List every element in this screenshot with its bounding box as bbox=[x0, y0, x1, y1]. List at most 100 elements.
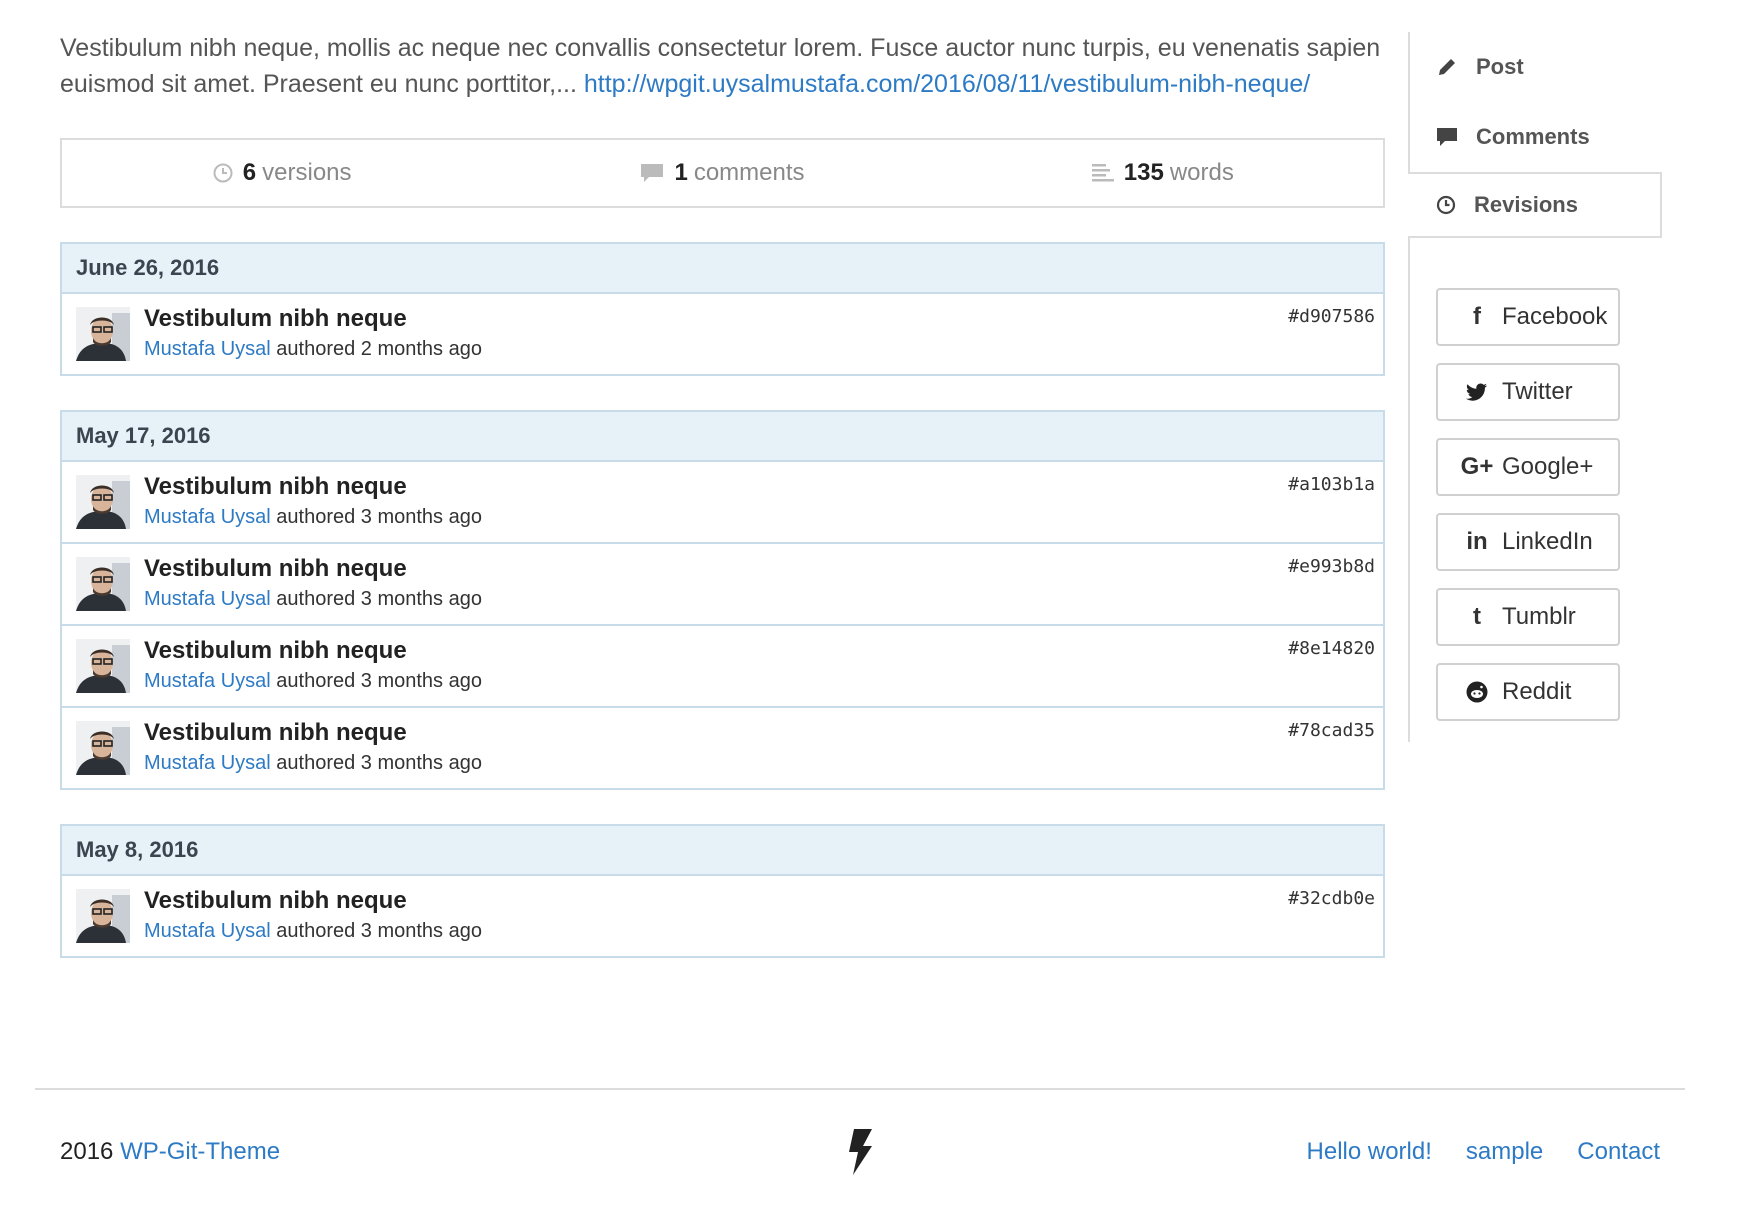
tumblr-icon: t bbox=[1473, 603, 1481, 630]
share-linkedin-button[interactable]: in LinkedIn bbox=[1436, 513, 1620, 571]
commit-author-link[interactable]: Mustafa Uysal bbox=[144, 588, 271, 610]
commit-action: authored 3 months ago bbox=[276, 752, 482, 774]
commit-author-link[interactable]: Mustafa Uysal bbox=[144, 920, 271, 942]
share-twitter-button[interactable]: Twitter bbox=[1436, 363, 1620, 421]
share-reddit-button[interactable]: Reddit bbox=[1436, 663, 1620, 721]
footer-links: Hello world! sample Contact bbox=[1307, 1138, 1660, 1166]
avatar bbox=[76, 557, 130, 611]
commit-action: authored 2 months ago bbox=[276, 338, 482, 360]
commit-row[interactable]: Vestibulum nibh neque Mustafa Uysal autho… bbox=[62, 294, 1383, 374]
nav-label: Comments bbox=[1476, 124, 1590, 149]
commit-info: Vestibulum nibh neque Mustafa Uysal autho… bbox=[144, 554, 482, 614]
stat-versions: 6 versions bbox=[62, 159, 502, 187]
commit-hash[interactable]: #8e14820 bbox=[1288, 638, 1375, 659]
commit-action: authored 3 months ago bbox=[276, 920, 482, 942]
commit-hash[interactable]: #e993b8d bbox=[1288, 556, 1375, 577]
share-facebook-button[interactable]: f Facebook bbox=[1436, 288, 1620, 346]
commit-meta: Mustafa Uysal authored 3 months ago bbox=[144, 748, 482, 778]
group-date: May 8, 2016 bbox=[62, 826, 1383, 876]
commit-title[interactable]: Vestibulum nibh neque bbox=[144, 636, 482, 666]
share-buttons: f Facebook Twitter G+ Google+ in LinkedI… bbox=[1410, 288, 1662, 721]
comment-icon bbox=[641, 164, 664, 182]
commit-row[interactable]: Vestibulum nibh neque Mustafa Uysal autho… bbox=[62, 876, 1383, 956]
revision-group: May 17, 2016 Vestibulum nibh neque Mustaf… bbox=[60, 410, 1385, 790]
nav-label: Revisions bbox=[1474, 192, 1578, 217]
text-lines-icon bbox=[1091, 164, 1114, 182]
stat-comments: 1 comments bbox=[502, 159, 942, 187]
commit-hash[interactable]: #32cdb0e bbox=[1288, 888, 1375, 909]
excerpt-link[interactable]: http://wpgit.uysalmustafa.com/2016/08/11… bbox=[584, 70, 1310, 98]
avatar bbox=[76, 889, 130, 943]
stat-words: 135 words bbox=[943, 159, 1383, 187]
pencil-icon bbox=[1439, 59, 1455, 75]
avatar bbox=[76, 639, 130, 693]
commit-meta: Mustafa Uysal authored 3 months ago bbox=[144, 502, 482, 532]
commit-author-link[interactable]: Mustafa Uysal bbox=[144, 338, 271, 360]
commit-info: Vestibulum nibh neque Mustafa Uysal autho… bbox=[144, 636, 482, 696]
comment-icon bbox=[1437, 128, 1457, 146]
share-tumblr-button[interactable]: t Tumblr bbox=[1436, 588, 1620, 646]
footer-year: 2016 bbox=[60, 1138, 114, 1165]
words-count: 135 bbox=[1123, 159, 1164, 186]
commit-author-link[interactable]: Mustafa Uysal bbox=[144, 506, 271, 528]
share-label: Reddit bbox=[1502, 678, 1572, 705]
sidebar: Post Comments Revisions f Facebook Twitt… bbox=[1408, 32, 1662, 742]
share-label: LinkedIn bbox=[1502, 528, 1593, 555]
nav-revisions[interactable]: Revisions bbox=[1408, 172, 1662, 238]
commit-title[interactable]: Vestibulum nibh neque bbox=[144, 472, 482, 502]
nav-comments[interactable]: Comments bbox=[1410, 102, 1662, 172]
avatar bbox=[76, 721, 130, 775]
commit-info: Vestibulum nibh neque Mustafa Uysal autho… bbox=[144, 472, 482, 532]
commit-info: Vestibulum nibh neque Mustafa Uysal autho… bbox=[144, 304, 482, 364]
commit-action: authored 3 months ago bbox=[276, 588, 482, 610]
commit-row[interactable]: Vestibulum nibh neque Mustafa Uysal autho… bbox=[62, 544, 1383, 626]
google-plus-icon: G+ bbox=[1460, 453, 1494, 480]
post-excerpt: Vestibulum nibh neque, mollis ac neque n… bbox=[60, 30, 1385, 102]
twitter-icon bbox=[1464, 383, 1490, 401]
versions-count: 6 bbox=[242, 159, 257, 186]
group-date: May 17, 2016 bbox=[62, 412, 1383, 462]
footer-site-link[interactable]: WP-Git-Theme bbox=[120, 1138, 280, 1165]
clock-icon bbox=[213, 163, 233, 183]
share-label: Google+ bbox=[1502, 453, 1594, 480]
commit-meta: Mustafa Uysal authored 3 months ago bbox=[144, 584, 482, 614]
revision-group: May 8, 2016 Vestibulum nibh neque Mustafa… bbox=[60, 824, 1385, 958]
commit-hash[interactable]: #d907586 bbox=[1288, 306, 1375, 327]
main-content: Vestibulum nibh neque, mollis ac neque n… bbox=[60, 30, 1385, 958]
nav-label: Post bbox=[1476, 54, 1524, 79]
versions-label: versions bbox=[262, 159, 352, 186]
bolt-icon bbox=[846, 1128, 874, 1183]
commit-info: Vestibulum nibh neque Mustafa Uysal autho… bbox=[144, 718, 482, 778]
avatar bbox=[76, 307, 130, 361]
commit-title[interactable]: Vestibulum nibh neque bbox=[144, 718, 482, 748]
commit-action: authored 3 months ago bbox=[276, 670, 482, 692]
nav-post[interactable]: Post bbox=[1410, 32, 1662, 102]
comments-count: 1 bbox=[674, 159, 688, 186]
commit-author-link[interactable]: Mustafa Uysal bbox=[144, 752, 271, 774]
share-google-plus-button[interactable]: G+ Google+ bbox=[1436, 438, 1620, 496]
commit-row[interactable]: Vestibulum nibh neque Mustafa Uysal autho… bbox=[62, 708, 1383, 788]
facebook-icon: f bbox=[1473, 303, 1481, 330]
revision-groups: June 26, 2016 Vestibulum nibh neque Musta… bbox=[60, 242, 1385, 958]
footer-divider bbox=[35, 1088, 1685, 1090]
commit-title[interactable]: Vestibulum nibh neque bbox=[144, 886, 482, 916]
commit-hash[interactable]: #78cad35 bbox=[1288, 720, 1375, 741]
commit-author-link[interactable]: Mustafa Uysal bbox=[144, 670, 271, 692]
commit-action: authored 3 months ago bbox=[276, 506, 482, 528]
commit-row[interactable]: Vestibulum nibh neque Mustafa Uysal autho… bbox=[62, 462, 1383, 544]
stats-bar: 6 versions 1 comments 135 words bbox=[60, 138, 1385, 208]
comments-label: comments bbox=[693, 159, 805, 186]
commit-meta: Mustafa Uysal authored 3 months ago bbox=[144, 666, 482, 696]
commit-title[interactable]: Vestibulum nibh neque bbox=[144, 554, 482, 584]
footer-link-hello-world[interactable]: Hello world! bbox=[1307, 1138, 1432, 1166]
footer-link-contact[interactable]: Contact bbox=[1577, 1138, 1660, 1166]
commit-hash[interactable]: #a103b1a bbox=[1288, 474, 1375, 495]
words-label: words bbox=[1169, 159, 1234, 186]
share-label: Twitter bbox=[1502, 378, 1573, 405]
group-date: June 26, 2016 bbox=[62, 244, 1383, 294]
clock-icon bbox=[1436, 195, 1456, 215]
commit-title[interactable]: Vestibulum nibh neque bbox=[144, 304, 482, 334]
commit-meta: Mustafa Uysal authored 3 months ago bbox=[144, 916, 482, 946]
footer-link-sample[interactable]: sample bbox=[1466, 1138, 1543, 1166]
commit-row[interactable]: Vestibulum nibh neque Mustafa Uysal autho… bbox=[62, 626, 1383, 708]
